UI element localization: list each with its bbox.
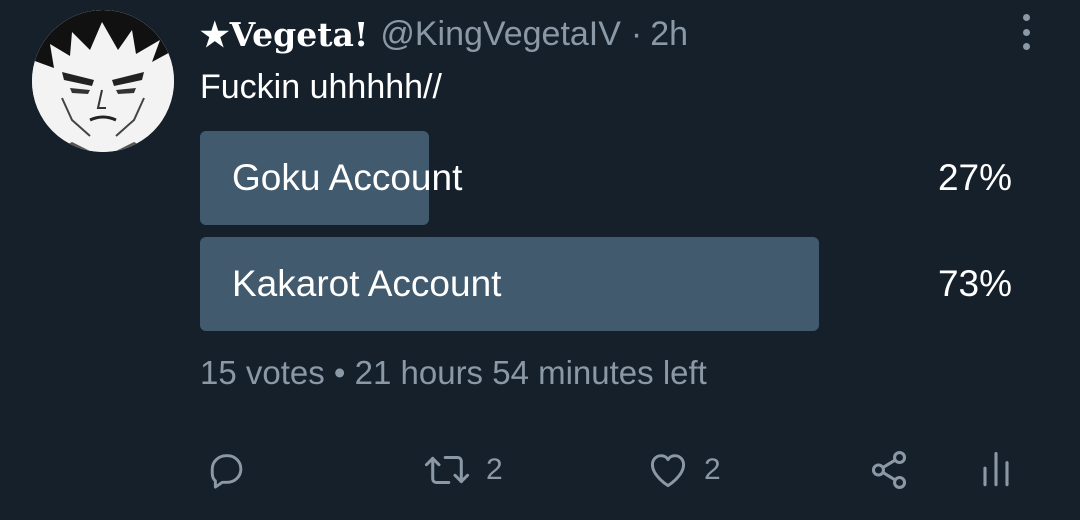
tweet-header: ★Vegeta! @KingVegetaIV · 2h (200, 10, 688, 58)
heart-icon (650, 454, 686, 488)
poll-option-percent: 27% (937, 157, 1012, 198)
avatar-image (32, 10, 174, 152)
share-icon (871, 451, 907, 489)
poll-option-label: Kakarot Account (232, 263, 502, 304)
like-button[interactable]: 2 (646, 440, 721, 500)
analytics-button[interactable] (978, 440, 1014, 500)
more-options-icon[interactable] (1014, 14, 1038, 50)
more-dot (1022, 28, 1030, 36)
separator-dot: · (630, 14, 643, 53)
reply-button[interactable] (204, 440, 248, 500)
retweet-icon (424, 455, 470, 485)
share-button[interactable] (866, 440, 912, 500)
reply-icon (210, 454, 243, 489)
action-bar: 2 2 (0, 440, 1080, 500)
poll-option-goku-account[interactable]: Goku Account 27% (200, 131, 1020, 225)
retweet-count: 2 (486, 453, 503, 486)
more-dot (1022, 14, 1030, 21)
poll-option-label: Goku Account (232, 157, 463, 198)
poll-meta: 15 votes • 21 hours 54 minutes left (200, 354, 707, 391)
more-dot (1022, 43, 1030, 50)
poll-option-percent: 73% (937, 263, 1012, 304)
retweet-button[interactable]: 2 (422, 440, 503, 500)
timestamp[interactable]: 2h (650, 15, 688, 54)
display-name[interactable]: ★Vegeta! (200, 15, 368, 54)
analytics-icon (983, 451, 1009, 487)
like-count: 2 (704, 453, 721, 486)
avatar[interactable] (32, 10, 174, 152)
tweet-text: Fuckin uhhhhh// (200, 68, 442, 106)
user-handle[interactable]: @KingVegetaIV (380, 15, 621, 54)
poll-option-kakarot-account[interactable]: Kakarot Account 73% (200, 237, 1020, 331)
tweet-card: ★Vegeta! @KingVegetaIV · 2h Fuckin uhhhh… (0, 0, 1080, 520)
